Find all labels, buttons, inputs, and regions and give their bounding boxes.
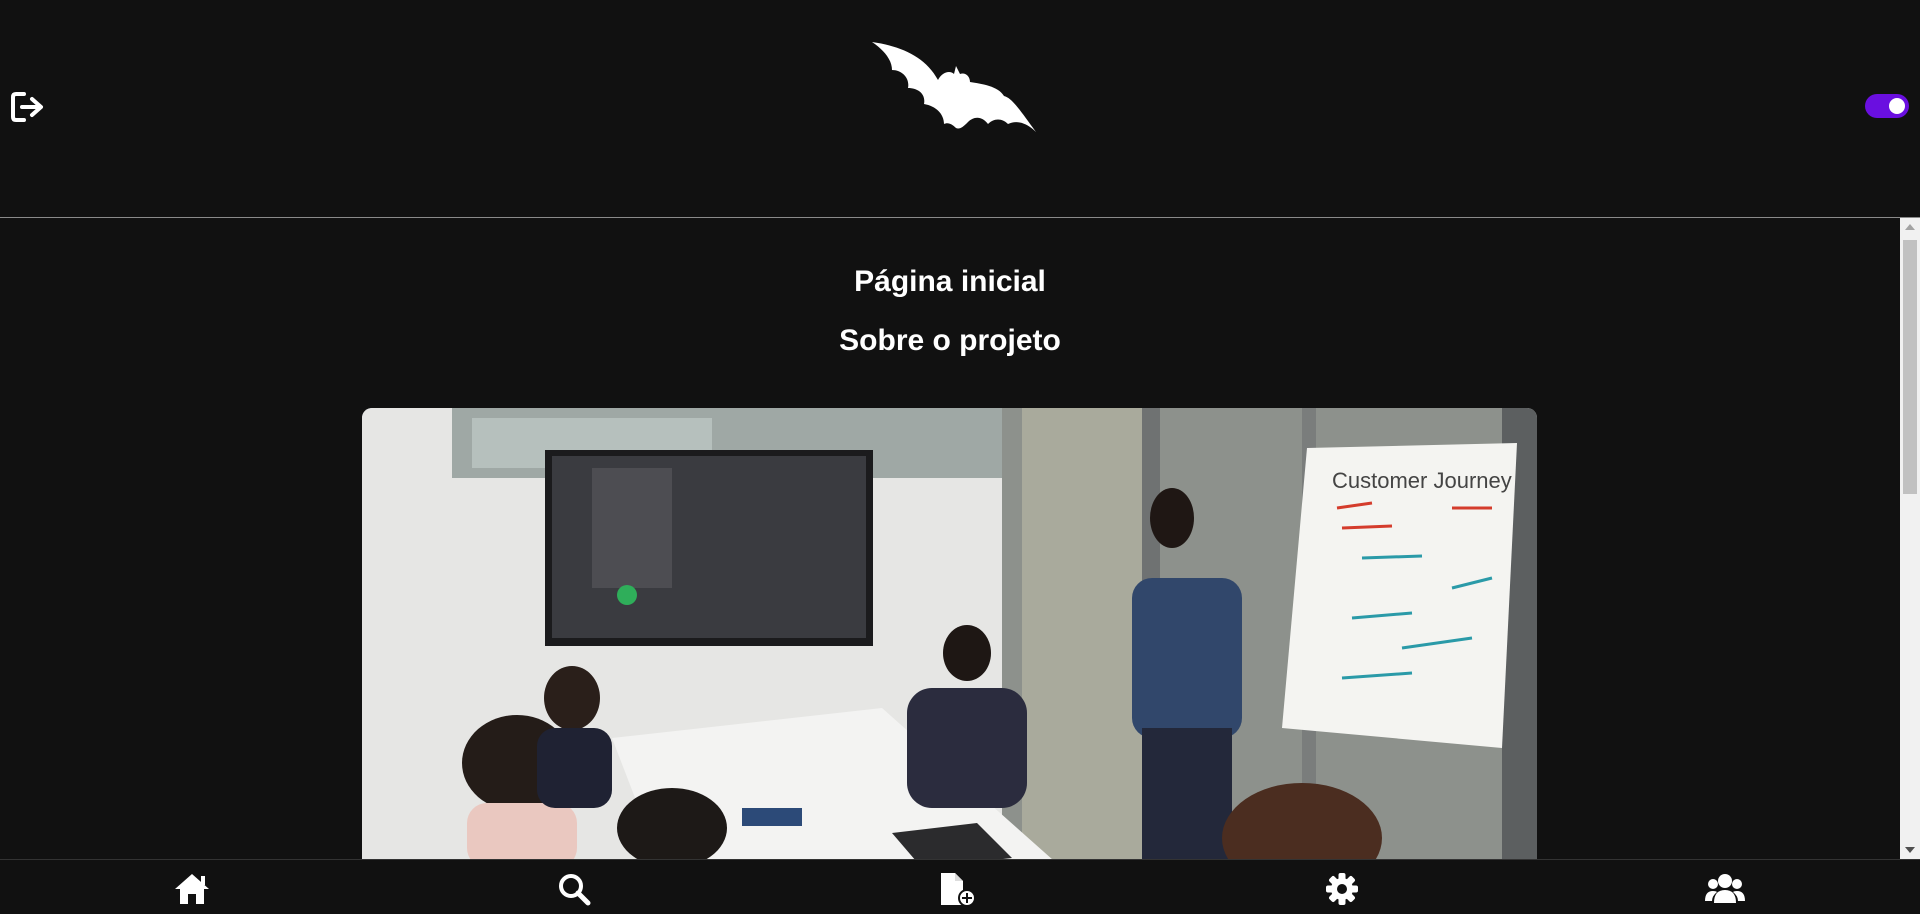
bat-icon bbox=[872, 42, 1036, 132]
settings-icon bbox=[1326, 873, 1358, 905]
nav-settings-button[interactable] bbox=[1322, 871, 1362, 907]
scrollbar-thumb[interactable] bbox=[1903, 240, 1917, 494]
bottom-navigation bbox=[0, 859, 1920, 914]
logout-icon bbox=[11, 92, 43, 122]
nav-new-document-button[interactable] bbox=[939, 871, 979, 907]
scroll-down-arrow-icon[interactable] bbox=[1905, 847, 1915, 853]
main-scrollbar[interactable] bbox=[1900, 218, 1920, 859]
top-header bbox=[0, 0, 1920, 218]
users-icon bbox=[1705, 874, 1745, 903]
nav-search-button[interactable] bbox=[555, 871, 595, 907]
home-icon bbox=[175, 874, 209, 904]
scroll-up-arrow-icon[interactable] bbox=[1905, 224, 1915, 230]
add-document-icon bbox=[941, 873, 976, 907]
theme-toggle[interactable] bbox=[1865, 94, 1909, 118]
nav-home-button[interactable] bbox=[172, 871, 212, 907]
svg-text:Customer Journey: Customer Journey bbox=[1332, 468, 1512, 493]
team-meeting-photo: Customer Journey bbox=[362, 408, 1537, 859]
toggle-knob bbox=[1889, 98, 1905, 114]
page-title: Página inicial bbox=[854, 265, 1046, 298]
logout-button[interactable] bbox=[10, 90, 46, 124]
main-content: Página inicial Sobre o projeto Customer … bbox=[0, 218, 1900, 859]
search-icon bbox=[559, 874, 591, 906]
nav-users-button[interactable] bbox=[1705, 871, 1745, 907]
bat-logo bbox=[870, 40, 1040, 136]
section-title: Sobre o projeto bbox=[839, 324, 1061, 357]
